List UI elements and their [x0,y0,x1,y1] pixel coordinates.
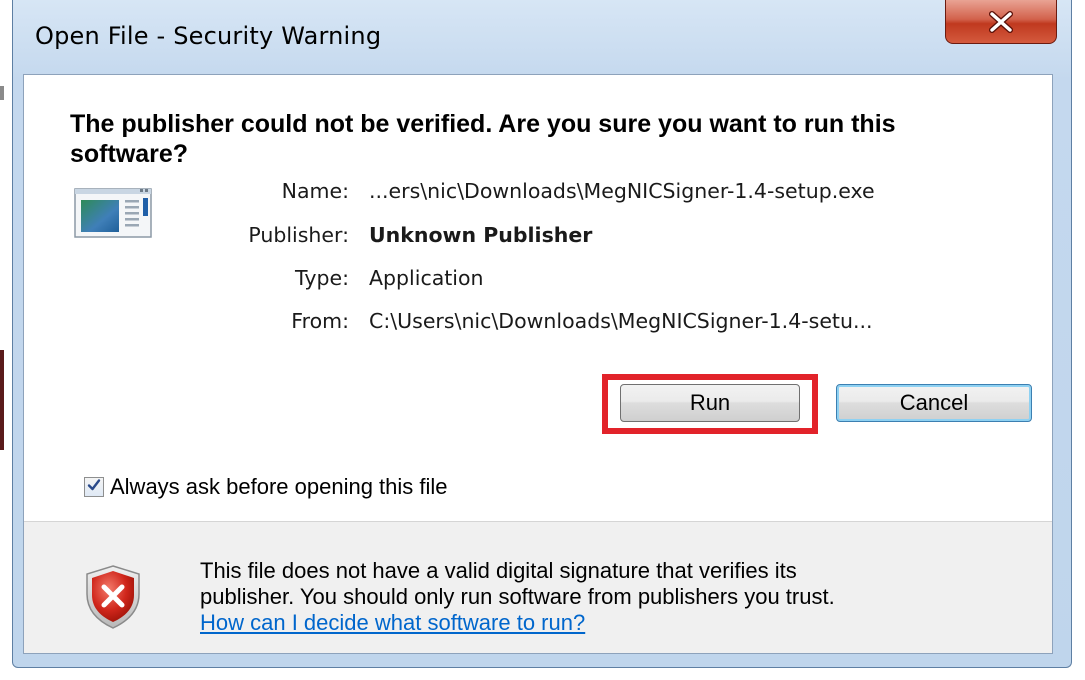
close-button[interactable] [945,0,1057,44]
always-ask-checkbox[interactable] [84,477,104,497]
shield-error-icon [84,564,142,630]
warning-heading: The publisher could not be verified. Are… [70,110,896,168]
checkmark-icon [86,477,102,498]
type-row: Type: Application [194,266,1054,302]
background-mark [0,350,4,450]
type-value: Application [369,266,484,290]
from-value: C:\Users\nic\Downloads\MegNICSigner-1.4-… [369,309,873,333]
security-warning-dialog: Open File - Security Warning The publish… [12,0,1072,668]
close-icon [986,10,1016,34]
name-row: Name: ...ers\nic\Downloads\MegNICSigner-… [194,179,1054,215]
window-title: Open File - Security Warning [35,22,382,50]
name-value: ...ers\nic\Downloads\MegNICSigner-1.4-se… [369,179,875,203]
background-strip [0,0,12,680]
signature-warning-panel: This file does not have a valid digital … [24,522,1052,653]
always-ask-label: Always ask before opening this file [110,474,448,499]
signature-warning-text: This file does not have a valid digital … [200,558,1040,636]
warning-line-2: publisher. You should only run software … [200,584,835,609]
run-button[interactable]: Run [620,384,800,422]
cancel-button[interactable]: Cancel [836,384,1032,422]
always-ask-option[interactable]: Always ask before opening this file [84,472,448,502]
from-label: From: [291,309,349,333]
application-icon [74,188,152,238]
background-mark [0,86,4,100]
title-bar[interactable]: Open File - Security Warning [13,0,1071,74]
help-link[interactable]: How can I decide what software to run? [200,610,585,635]
name-label: Name: [281,179,349,203]
warning-line-1: This file does not have a valid digital … [200,558,797,583]
type-label: Type: [295,266,349,290]
publisher-label: Publisher: [248,223,349,247]
dialog-content: The publisher could not be verified. Are… [23,74,1053,654]
publisher-value: Unknown Publisher [369,223,593,247]
from-row: From: C:\Users\nic\Downloads\MegNICSigne… [194,309,1054,345]
publisher-row: Publisher: Unknown Publisher [194,223,1054,259]
